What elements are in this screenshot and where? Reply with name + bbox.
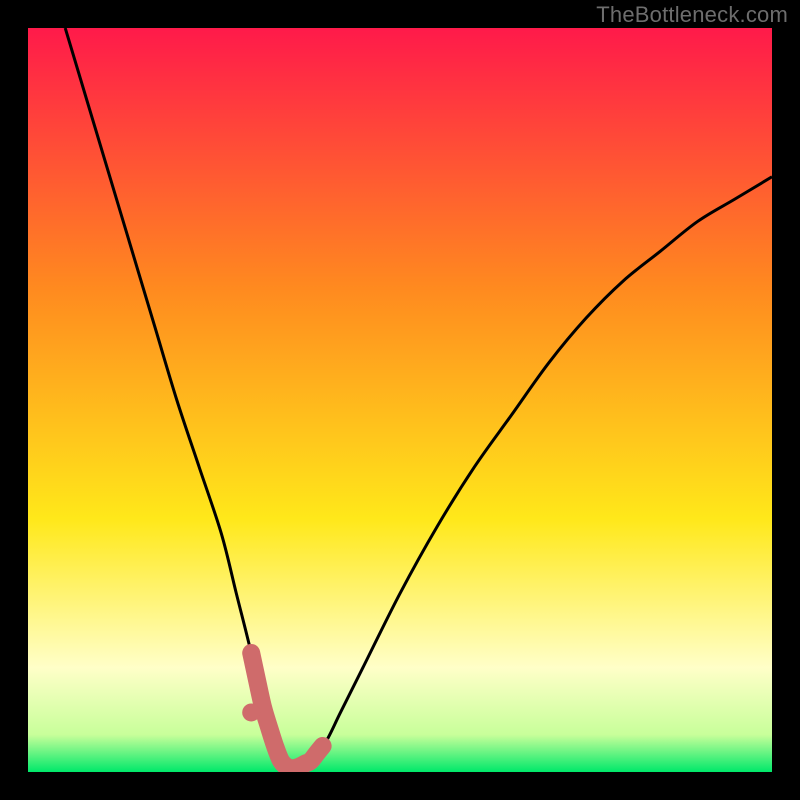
chart-frame [28,28,772,772]
bottleneck-chart [28,28,772,772]
gradient-background [28,28,772,772]
watermark-text: TheBottleneck.com [596,2,788,28]
highlight-dot [242,703,260,721]
